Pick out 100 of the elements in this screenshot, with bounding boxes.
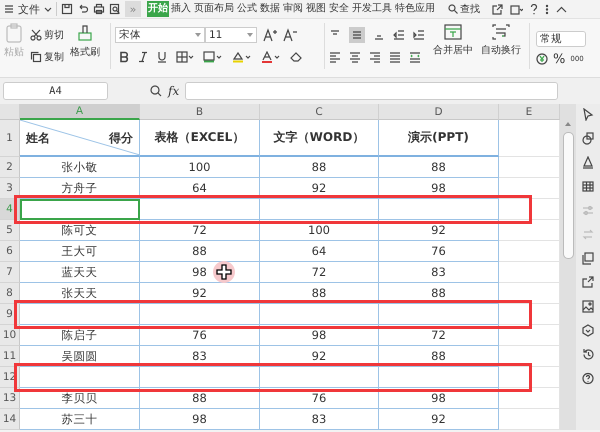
border-icon[interactable]	[176, 51, 194, 63]
file-menu[interactable]: 文件	[18, 2, 40, 16]
pointer-icon[interactable]	[582, 108, 594, 121]
image-icon[interactable]	[582, 300, 594, 313]
table-cell: 98	[379, 388, 499, 409]
history-icon[interactable]	[582, 348, 594, 361]
more-icon[interactable]	[545, 4, 549, 14]
cell-reference-box[interactable]: A4	[3, 82, 108, 100]
share-icon[interactable]	[582, 276, 594, 289]
header-cell: 姓名 得分	[20, 120, 140, 157]
shrink-font-icon[interactable]	[283, 28, 297, 42]
table-cell: 83	[140, 346, 260, 367]
function-label[interactable]: fx	[168, 84, 180, 98]
ribbon-tab[interactable]: 页面布局	[193, 1, 235, 17]
row-number[interactable]: 13	[0, 388, 20, 409]
currency-icon[interactable]	[536, 53, 548, 65]
number-format-select[interactable]: 常规	[536, 31, 586, 47]
ribbon-tab[interactable]: 审阅	[282, 1, 304, 17]
scroll-up-icon[interactable]	[565, 122, 571, 126]
menu-icon[interactable]	[4, 4, 14, 14]
align-left-icon[interactable]	[329, 51, 341, 63]
search-icon[interactable]	[448, 4, 458, 14]
table-cell: 76	[260, 388, 379, 409]
indent-decrease-icon[interactable]	[393, 29, 405, 41]
stamp-icon[interactable]	[582, 156, 594, 169]
badge-icon[interactable]	[582, 324, 594, 337]
percent-button[interactable]: %	[553, 52, 566, 66]
column-header[interactable]: E	[499, 104, 560, 120]
italic-icon[interactable]	[138, 51, 148, 63]
column-header[interactable]: D	[379, 104, 499, 120]
preview-icon[interactable]	[109, 3, 121, 15]
table-cell: 88	[140, 388, 260, 409]
row-number[interactable]: 5	[0, 220, 20, 241]
align-right-icon[interactable]	[369, 51, 381, 63]
ribbon-tab[interactable]: 公式	[236, 1, 258, 17]
row-number[interactable]: 10	[0, 325, 20, 346]
table-cell: 88	[379, 157, 499, 178]
underline-icon[interactable]	[157, 51, 167, 63]
ribbon-tab[interactable]: 视图	[305, 1, 327, 17]
table-cell: 88	[379, 346, 499, 367]
highlight-icon[interactable]	[232, 51, 252, 63]
shapes-icon[interactable]	[582, 132, 594, 145]
print-icon[interactable]	[93, 3, 105, 15]
help-icon[interactable]	[582, 372, 594, 385]
eraser-icon[interactable]	[290, 51, 304, 63]
table-cell: 83	[260, 409, 379, 430]
table-cell: 98	[379, 178, 499, 199]
align-center-icon[interactable]	[349, 51, 361, 63]
gallery-icon[interactable]	[582, 252, 594, 265]
table-cell: 92	[260, 178, 379, 199]
row-number[interactable]: 8	[0, 283, 20, 304]
table-cell: 64	[140, 178, 260, 199]
caret-icon[interactable]	[44, 5, 52, 13]
row-number[interactable]: 14	[0, 409, 20, 430]
table-cell: 88	[379, 283, 499, 304]
save-icon[interactable]	[61, 3, 73, 15]
table-icon[interactable]	[582, 180, 594, 193]
bold-icon[interactable]	[119, 51, 129, 63]
row-number[interactable]: 7	[0, 262, 20, 283]
header-cell: 文字（WORD）	[260, 120, 379, 157]
row-number[interactable]: 11	[0, 346, 20, 367]
help-icon[interactable]	[530, 4, 538, 14]
share-icon[interactable]	[492, 4, 503, 14]
column-header[interactable]: B	[140, 104, 260, 120]
merge-center-button[interactable]: 合并居中	[433, 23, 473, 69]
font-family-select[interactable]: 宋体	[115, 27, 205, 43]
ribbon-tab[interactable]: 安全	[328, 1, 350, 17]
row-number[interactable]: 6	[0, 241, 20, 262]
ribbon-tab[interactable]: 特色应用	[394, 1, 436, 17]
table-cell: 72	[379, 325, 499, 346]
wrap-text-button[interactable]: 自动换行	[481, 23, 521, 69]
justify-icon[interactable]	[389, 51, 401, 63]
header-cell: 演示(PPT)	[379, 120, 499, 157]
row-number[interactable]: 1	[0, 120, 20, 157]
ribbon-tab[interactable]: 插入	[170, 1, 192, 17]
column-header[interactable]: C	[260, 104, 379, 120]
format-painter-button[interactable]: 格式刷	[70, 23, 100, 69]
fill-icon[interactable]	[203, 51, 223, 63]
copy-button[interactable]: 复制	[30, 47, 64, 67]
window-icon[interactable]	[510, 4, 523, 14]
align-middle-icon[interactable]	[351, 29, 363, 41]
search-button[interactable]: 查找	[448, 2, 480, 16]
table-cell: 88	[260, 157, 379, 178]
ribbon-tab[interactable]: 数据	[259, 1, 281, 17]
font-color-icon[interactable]	[261, 51, 281, 63]
ribbon-tab[interactable]: 开发工具	[351, 1, 393, 17]
sliders-icon[interactable]	[582, 204, 594, 217]
table-cell: 72	[260, 262, 379, 283]
formula-input[interactable]	[185, 82, 558, 100]
undo-icon[interactable]	[77, 3, 89, 15]
row-number[interactable]: 2	[0, 157, 20, 178]
vertical-scrollbar[interactable]	[560, 104, 576, 430]
cut-button[interactable]: 剪切	[30, 25, 64, 45]
font-size-select[interactable]: 11	[205, 27, 257, 43]
indent-increase-icon[interactable]	[413, 29, 425, 41]
table-cell: 苏三十	[20, 409, 140, 430]
distribute-icon[interactable]	[409, 51, 421, 63]
grow-font-icon[interactable]	[263, 28, 277, 42]
row-number[interactable]: 3	[0, 178, 20, 199]
zoom-icon[interactable]	[150, 85, 162, 97]
